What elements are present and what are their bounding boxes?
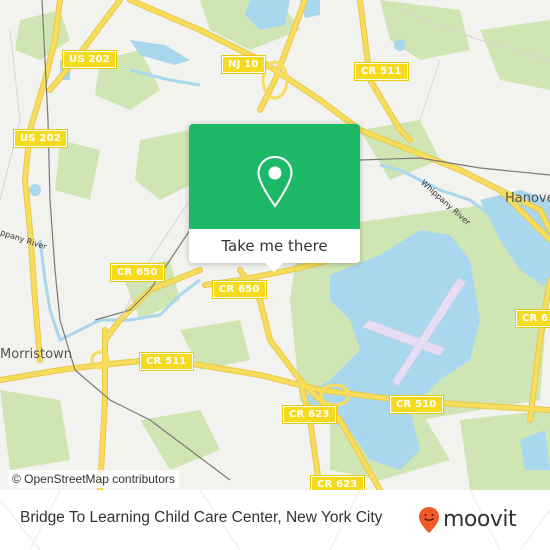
moovit-wordmark: moovit	[443, 507, 517, 532]
place-label-morristown: Morristown	[0, 347, 72, 362]
footer-bar: Bridge To Learning Child Care Center, Ne…	[0, 490, 550, 550]
road-shield-cr650: CR 650	[212, 280, 267, 299]
road-shield-cr511: CR 511	[354, 62, 409, 81]
road-shield-cr63: CR 63	[514, 309, 550, 328]
road-shield-cr623: CR 623	[310, 475, 365, 490]
road-shield-cr650: CR 650	[110, 263, 165, 282]
take-me-there-button[interactable]: Take me there	[189, 229, 360, 263]
popup-pointer	[265, 263, 283, 272]
map-attribution[interactable]: © OpenStreetMap contributors	[8, 470, 179, 488]
location-title: Bridge To Learning Child Care Center, Ne…	[20, 509, 383, 526]
moovit-smiley-pin-icon	[419, 507, 439, 533]
map-view[interactable]: US 202 US 202 NJ 10 CR 511 CR 650 CR 650…	[0, 0, 550, 490]
road-shield-cr510: CR 510	[389, 395, 444, 414]
map-pin-icon	[257, 155, 293, 208]
road-shield-nj10: NJ 10	[221, 55, 266, 74]
road-shield-cr511: CR 511	[139, 352, 194, 371]
moovit-logo[interactable]: moovit	[418, 506, 517, 534]
place-label-hanover: Hanove	[505, 191, 550, 206]
road-shield-us202: US 202	[62, 50, 117, 69]
road-shield-cr623: CR 623	[282, 405, 337, 424]
road-shield-us202: US 202	[13, 129, 68, 148]
location-popup: Take me there	[189, 124, 360, 272]
popup-header	[189, 124, 360, 229]
